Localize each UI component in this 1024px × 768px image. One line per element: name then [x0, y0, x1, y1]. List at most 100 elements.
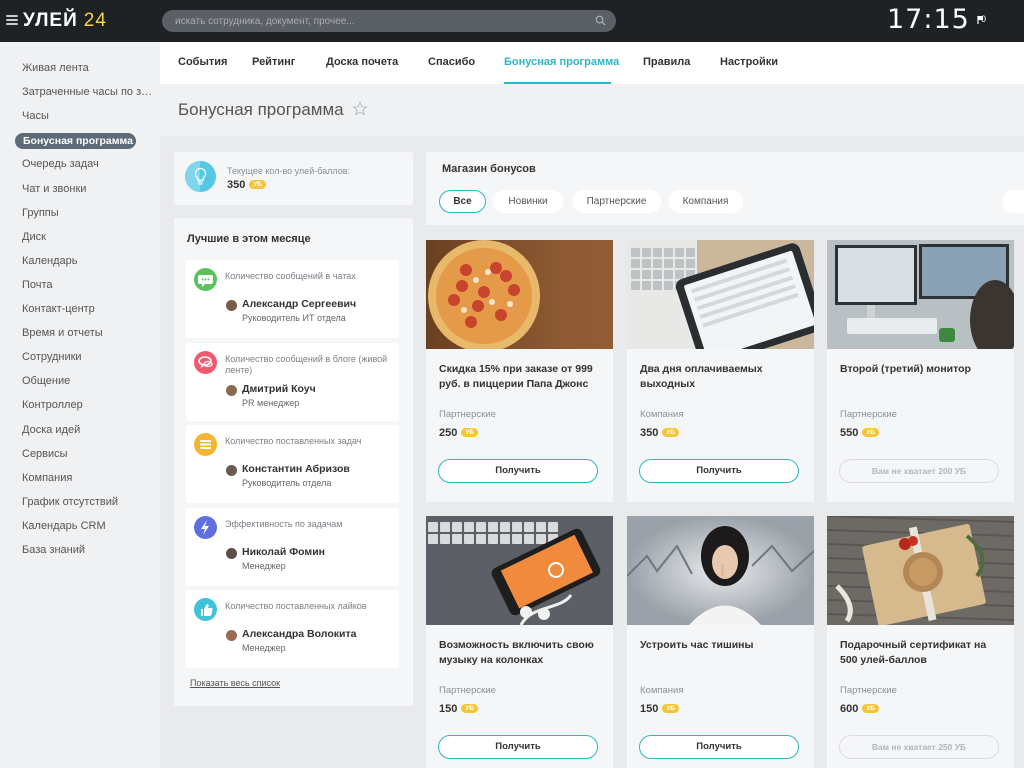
sidebar-item[interactable]: Календарь — [22, 255, 154, 267]
best-list-item[interactable]: Количество поставленных лайков Александра… — [186, 590, 399, 668]
best-list-item[interactable]: Эффективность по задачам Николай Фомин Мен… — [186, 507, 399, 586]
tab[interactable]: Доска почета — [326, 56, 398, 68]
product-image[interactable] — [627, 240, 814, 349]
sidebar-item[interactable]: Диск — [22, 231, 154, 243]
logo[interactable]: УЛЕЙ 24 — [23, 10, 107, 32]
balance-label: Текущее кол-во улей-баллов: — [227, 166, 351, 176]
show-all-link[interactable]: Показать весь список — [190, 678, 280, 688]
product-image[interactable] — [627, 516, 814, 625]
search-input[interactable] — [162, 10, 616, 32]
filter-chip[interactable]: Партнерские — [572, 190, 661, 213]
best-list-item[interactable]: Количество поставленных задач Константин … — [186, 425, 399, 503]
product-card[interactable]: Два дня оплачиваемых выходных Компания 350… — [627, 240, 814, 502]
product-title[interactable]: Скидка 15% при заказе от 999 руб. в пицц… — [439, 362, 605, 392]
best-list-item[interactable]: Количество сообщений в чатах Александр Се… — [186, 260, 399, 338]
product-price: 150 УБ — [640, 703, 680, 715]
best-category: Количество сообщений в чатах — [225, 271, 356, 281]
currency-badge: УБ — [862, 428, 880, 437]
insufficient-points-button: Вам не хватает 200 УБ — [839, 459, 999, 483]
avatar[interactable] — [226, 384, 237, 396]
tab[interactable]: Настройки — [720, 56, 778, 68]
tab[interactable]: Бонусная программа — [504, 56, 619, 68]
product-category: Партнерские — [439, 409, 496, 420]
product-category: Партнерские — [840, 685, 897, 696]
sidebar-item[interactable]: Сотрудники — [22, 351, 154, 363]
sidebar-item[interactable]: Живая лента — [22, 62, 154, 74]
avatar[interactable] — [226, 465, 237, 476]
avatar[interactable] — [226, 300, 237, 311]
get-bonus-button[interactable]: Получить — [639, 735, 799, 759]
sidebar-item[interactable]: Компания — [22, 472, 154, 484]
product-category: Компания — [640, 685, 684, 696]
employee-name[interactable]: Дмитрий Коуч — [242, 383, 316, 395]
sidebar-item[interactable]: Группы — [22, 207, 154, 219]
tab[interactable]: Правила — [643, 56, 690, 68]
sidebar-item[interactable]: Чат и звонки — [22, 183, 154, 195]
star-icon[interactable] — [352, 101, 368, 117]
tab[interactable]: Спасибо — [428, 56, 475, 68]
search-icon[interactable] — [595, 15, 606, 26]
product-card[interactable]: Устроить час тишины Компания 150 УБ Получить — [627, 516, 814, 768]
currency-badge: УБ — [249, 180, 267, 189]
menu-icon[interactable] — [6, 15, 18, 25]
sidebar-item[interactable]: Сервисы — [22, 448, 154, 460]
employee-name[interactable]: Александра Волокита — [242, 628, 356, 640]
filter-chip-overflow[interactable] — [1002, 190, 1024, 213]
product-image[interactable] — [426, 516, 613, 625]
product-title[interactable]: Два дня оплачиваемых выходных — [640, 362, 806, 392]
tab-bar: События Рейтинг Доска почета Спасибо Бонусна… — [160, 42, 1024, 84]
price-value: 250 — [439, 427, 458, 439]
currency-badge: УБ — [662, 704, 680, 713]
avatar[interactable] — [226, 630, 237, 641]
tab[interactable]: События — [178, 56, 227, 68]
product-card[interactable]: Скидка 15% при заказе от 999 руб. в пицц… — [426, 240, 613, 502]
product-card[interactable]: Второй (третий) монитор Партнерские 550 УБ В… — [827, 240, 1014, 502]
filter-chip[interactable]: Компания — [668, 190, 743, 213]
product-title[interactable]: Устроить час тишины — [640, 638, 806, 653]
lightbulb-icon — [185, 161, 216, 192]
get-bonus-button[interactable]: Получить — [438, 735, 598, 759]
sidebar-item[interactable]: База знаний — [22, 544, 154, 556]
product-title[interactable]: Второй (третий) монитор — [840, 362, 1006, 377]
product-card[interactable]: Возможность включить свою музыку на коло… — [426, 516, 613, 768]
sidebar-item[interactable]: Доска идей — [22, 424, 154, 436]
sidebar-item[interactable]: Время и отчеты — [22, 327, 154, 339]
sidebar-item[interactable]: Контакт-центр — [22, 303, 154, 315]
tab[interactable]: Рейтинг — [252, 56, 295, 68]
sidebar-item[interactable]: Часы — [22, 110, 154, 122]
sidebar-item[interactable]: Контроллер — [22, 399, 154, 411]
product-image[interactable] — [827, 516, 1014, 625]
currency-badge: УБ — [662, 428, 680, 437]
product-price: 550 УБ — [840, 427, 880, 439]
sidebar-item[interactable]: Общение — [22, 375, 154, 387]
product-image[interactable] — [426, 240, 613, 349]
product-title[interactable]: Подарочный сертификат на 500 улей-баллов — [840, 638, 1006, 668]
product-card[interactable]: Подарочный сертификат на 500 улей-баллов… — [827, 516, 1014, 768]
avatar[interactable] — [226, 547, 237, 559]
filter-chip[interactable]: Все — [439, 190, 486, 213]
sidebar-item-active[interactable]: Бонусная программа — [15, 133, 136, 150]
product-category: Партнерские — [840, 409, 897, 420]
sidebar-item[interactable]: Почта — [22, 279, 154, 291]
sidebar-item[interactable]: Затраченные часы по задачам — [22, 86, 154, 98]
get-bonus-button[interactable]: Получить — [438, 459, 598, 483]
sidebar-item[interactable]: Календарь CRM — [22, 520, 154, 532]
employee-role: Менеджер — [242, 643, 286, 653]
employee-role: Руководитель отдела — [242, 478, 332, 488]
lightning-icon — [194, 515, 217, 539]
product-price: 600 УБ — [840, 703, 880, 715]
tasks-icon — [194, 433, 217, 456]
filter-chip[interactable]: Новинки — [493, 190, 563, 213]
sidebar-item[interactable]: График отсутствий — [22, 496, 154, 508]
sidebar-item[interactable]: Очередь задач — [22, 158, 154, 170]
get-bonus-button[interactable]: Получить — [639, 459, 799, 483]
product-title[interactable]: Возможность включить свою музыку на коло… — [439, 638, 605, 668]
employee-name[interactable]: Николай Фомин — [242, 546, 325, 558]
employee-name[interactable]: Константин Абризов — [242, 463, 350, 475]
best-list-item[interactable]: Количество сообщений в блоге (живой лент… — [186, 342, 399, 421]
product-image[interactable] — [827, 240, 1014, 349]
currency-badge: УБ — [862, 704, 880, 713]
employee-name[interactable]: Александр Сергеевич — [242, 298, 356, 310]
search-bar[interactable] — [162, 10, 616, 32]
product-price: 250 УБ — [439, 427, 479, 439]
